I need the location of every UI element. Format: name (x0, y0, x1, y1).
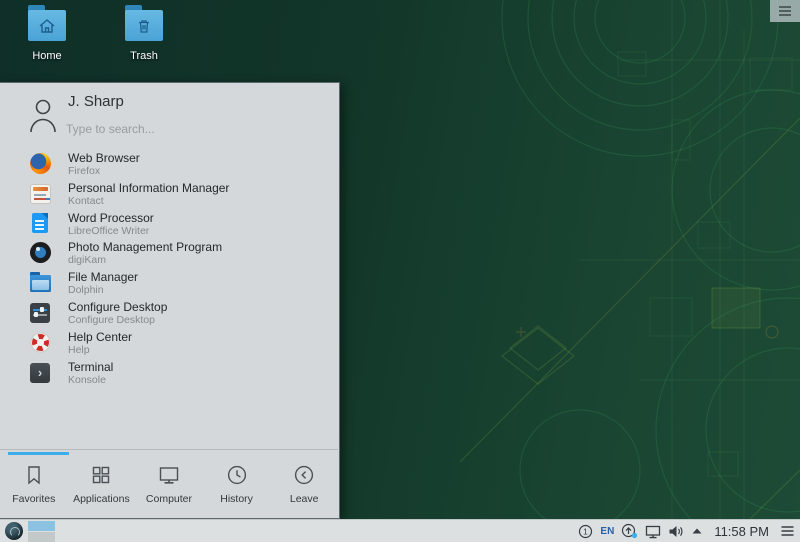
notifications-icon[interactable]: 1 (578, 524, 593, 539)
panel-menu-icon[interactable] (780, 525, 795, 537)
pager-desktop-2[interactable] (28, 532, 55, 542)
leave-icon (292, 463, 316, 487)
app-subtitle: Firefox (68, 165, 100, 177)
user-avatar[interactable] (28, 97, 58, 140)
app-subtitle: Konsole (68, 374, 106, 386)
clock-icon (225, 463, 249, 487)
tab-label: History (220, 493, 253, 505)
terminal-icon: › (30, 363, 50, 383)
tab-label: Leave (290, 493, 319, 505)
taskbar-panel: 1 EN 11:58 PM (0, 519, 800, 542)
software-updates-icon[interactable] (621, 523, 638, 539)
kontact-icon (30, 184, 51, 204)
tab-history[interactable]: History (203, 450, 271, 518)
tab-computer[interactable]: Computer (135, 450, 203, 518)
app-title: Web Browser (68, 151, 140, 165)
tab-favorites[interactable]: Favorites (0, 450, 68, 518)
hamburger-icon (777, 5, 793, 17)
app-subtitle: Dolphin (68, 284, 104, 296)
firefox-icon (30, 153, 51, 174)
search-input[interactable] (66, 119, 316, 139)
tab-applications[interactable]: Applications (68, 450, 136, 518)
app-item-photo-management[interactable]: Photo Management Program digiKam (0, 238, 340, 268)
desktop-icon-label: Home (15, 50, 79, 62)
help-icon (30, 332, 51, 353)
network-icon[interactable] (645, 524, 661, 539)
app-item-terminal[interactable]: › Terminal Konsole (0, 358, 340, 388)
app-item-help-center[interactable]: Help Center Help (0, 328, 340, 358)
writer-icon (32, 213, 48, 233)
pager-desktop-1-active[interactable] (28, 521, 55, 531)
app-subtitle: Help (68, 344, 90, 356)
digikam-icon (30, 242, 51, 263)
system-tray: 1 EN 11:58 PM (578, 523, 795, 539)
app-title: Terminal (68, 360, 113, 374)
tab-leave[interactable]: Leave (270, 450, 338, 518)
tab-label: Computer (146, 493, 192, 505)
wallpaper-blueprint-art (320, 0, 800, 519)
app-title: Configure Desktop (68, 300, 167, 314)
app-title: Help Center (68, 330, 132, 344)
tray-expander-icon[interactable] (691, 526, 703, 536)
digital-clock[interactable]: 11:58 PM (714, 524, 769, 539)
svg-text:1: 1 (584, 526, 589, 536)
launcher-tabbar: Favorites Applications Computer (0, 449, 338, 518)
app-subtitle: Kontact (68, 195, 104, 207)
dolphin-icon (30, 275, 51, 292)
home-icon (37, 16, 57, 36)
user-name: J. Sharp (68, 93, 124, 110)
keyboard-layout-indicator[interactable]: EN (600, 526, 614, 537)
app-item-pim[interactable]: Personal Information Manager Kontact (0, 179, 340, 209)
tab-label: Applications (73, 493, 130, 505)
app-subtitle: digiKam (68, 254, 106, 266)
desktop-icon-home[interactable]: Home (15, 10, 79, 62)
tab-label: Favorites (12, 493, 55, 505)
volume-icon[interactable] (668, 524, 684, 539)
app-item-file-manager[interactable]: File Manager Dolphin (0, 268, 340, 298)
favorites-list: Web Browser Firefox Personal Information… (0, 149, 340, 387)
desktop-icon-trash[interactable]: Trash (112, 10, 176, 62)
user-icon (28, 97, 58, 135)
bookmark-icon (22, 463, 46, 487)
launcher-header: J. Sharp (0, 83, 339, 149)
app-item-word-processor[interactable]: Word Processor LibreOffice Writer (0, 209, 340, 239)
active-tab-indicator (8, 452, 69, 455)
app-title: File Manager (68, 270, 138, 284)
desktop: Home Trash J. Sharp (0, 0, 800, 542)
application-launcher-popup: J. Sharp Web Browser Firefox Personal In… (0, 82, 340, 519)
application-launcher-button[interactable] (5, 522, 23, 540)
trash-icon (134, 16, 154, 36)
monitor-icon (157, 463, 181, 487)
app-subtitle: LibreOffice Writer (68, 225, 149, 237)
grid-icon (89, 463, 113, 487)
app-subtitle: Configure Desktop (68, 314, 155, 326)
desktop-toolbox-button[interactable] (770, 0, 800, 22)
app-item-configure-desktop[interactable]: Configure Desktop Configure Desktop (0, 298, 340, 328)
app-title: Personal Information Manager (68, 181, 229, 195)
app-item-web-browser[interactable]: Web Browser Firefox (0, 149, 340, 179)
settings-icon (30, 303, 50, 323)
desktop-icon-label: Trash (112, 50, 176, 62)
app-title: Photo Management Program (68, 240, 222, 254)
virtual-desktop-pager[interactable] (28, 521, 55, 542)
app-title: Word Processor (68, 211, 154, 225)
